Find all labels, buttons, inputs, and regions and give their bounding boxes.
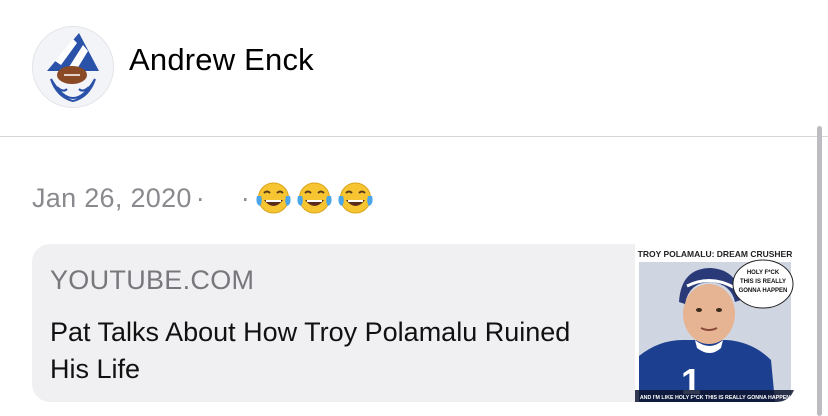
face-with-tears-of-joy-icon [336, 180, 375, 216]
bubble-line: THIS IS REALLY [740, 279, 786, 285]
header-divider [0, 136, 828, 137]
bubble-line: HOLY F*CK [747, 270, 780, 276]
avatar[interactable] [32, 26, 114, 108]
thumbnail-bottom-caption: AND I'M LIKE HOLY F*CK THIS IS REALLY GO… [640, 395, 790, 401]
link-thumbnail: TROY POLAMALU: DREAM CRUSHER 1 HOLY F*CK… [635, 244, 795, 402]
face-with-tears-of-joy-icon [254, 180, 293, 216]
gnome-avatar-icon [33, 27, 113, 107]
author-name[interactable]: Andrew Enck [129, 42, 314, 78]
separator-dot: · [195, 182, 205, 213]
face-with-tears-of-joy-icon [295, 180, 334, 216]
link-title: Pat Talks About How Troy Polamalu Ruined… [50, 317, 571, 384]
post-meta: Jan 26, 2020 · · [32, 180, 375, 216]
post-header: Andrew Enck [0, 0, 828, 136]
post-date: Jan 26, 2020 [32, 182, 192, 213]
link-preview-card[interactable]: YOUTUBE.COM Pat Talks About How Troy Pol… [32, 244, 795, 402]
link-domain: YOUTUBE.COM [50, 265, 255, 295]
scrollbar[interactable] [817, 126, 822, 416]
bubble-line: GONNA HAPPEN [739, 288, 788, 294]
thumbnail-top-caption: TROY POLAMALU: DREAM CRUSHER [638, 249, 793, 259]
separator-dot: · [240, 182, 250, 213]
